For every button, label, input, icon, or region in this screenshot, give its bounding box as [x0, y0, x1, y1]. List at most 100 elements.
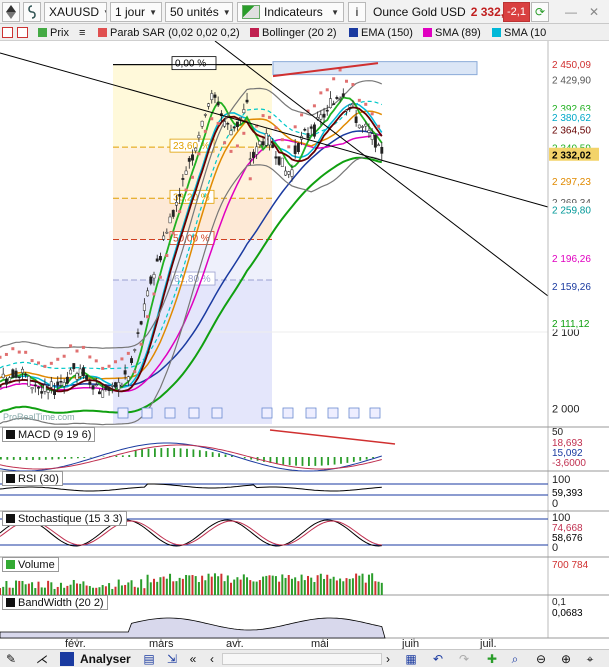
candle-body	[370, 133, 374, 140]
parab-sar-dot	[319, 91, 323, 95]
rewind-icon[interactable]: «	[185, 651, 201, 667]
add-indicator-icon[interactable]	[2, 25, 16, 40]
bandwidth-area	[0, 617, 386, 639]
event-marker-icon	[305, 407, 317, 419]
crosshair-icon[interactable]: ⌖	[582, 651, 598, 667]
legend-parab-sar[interactable]: Parab SAR (0,02 0,02 0,2)	[98, 25, 240, 40]
candle-body	[329, 98, 332, 108]
close-icon[interactable]: ✕	[585, 2, 603, 22]
candle-body	[91, 385, 95, 390]
candle-body	[197, 135, 201, 139]
volume-bar	[181, 578, 184, 595]
candle-body	[75, 373, 79, 380]
volume-bar	[18, 580, 21, 595]
zoom-minus-icon[interactable]: ⊖	[533, 651, 549, 667]
volume-bar	[191, 575, 194, 595]
parab-sar-dot	[332, 77, 336, 81]
volume-bar	[213, 573, 216, 595]
volume-bar	[367, 574, 370, 595]
legend-ema-150[interactable]: EMA (150)	[349, 25, 413, 40]
analyze-button[interactable]: Analyser	[60, 651, 138, 667]
volume-bar	[27, 583, 30, 595]
volume-bar	[82, 581, 85, 595]
candle-body	[139, 321, 143, 325]
bottom-toolbar: ✎ ⋌ Analyser ▤ ⇲ « ‹ › ▦ ↶ ↷ ✚ ⌕ ⊖ ⊕ ⌖	[0, 649, 609, 667]
macd-histogram-bar	[288, 457, 291, 466]
candle-body	[373, 135, 377, 148]
units-selector[interactable]: 50 unités ▼	[165, 2, 233, 22]
zoom-out-icon[interactable]: ⇲	[164, 651, 180, 667]
legend-bollinger[interactable]: Bollinger (20 2)	[250, 25, 337, 40]
indicators-button[interactable]: Indicateurs ▼	[237, 2, 344, 22]
rsi-label[interactable]: RSI (30)	[2, 471, 63, 486]
candle-body	[126, 376, 130, 381]
candle-body	[287, 171, 291, 175]
parab-sar-dot	[357, 98, 361, 102]
volume-bar	[287, 575, 290, 595]
price-chart[interactable]: 0,00 %23,60 %38,20 %50,00 %61,80 %ProRea…	[0, 41, 609, 649]
legend-sma-89[interactable]: SMA (89)	[423, 25, 481, 40]
candle-body	[261, 141, 265, 146]
scroll-left-icon[interactable]: ‹	[204, 651, 220, 667]
candle-body	[235, 121, 239, 128]
stochastic-label[interactable]: Stochastique (15 3 3)	[2, 511, 127, 526]
tools-menu-icon[interactable]	[2, 2, 20, 22]
volume-bar	[210, 576, 213, 595]
candle-body	[296, 143, 300, 152]
macd-label[interactable]: MACD (9 19 6)	[2, 427, 96, 442]
macd-histogram-bar	[333, 457, 336, 465]
y-tick-label: 50	[552, 427, 564, 438]
candle-body	[361, 126, 364, 128]
volume-bar	[175, 581, 178, 595]
candle-body	[130, 358, 133, 363]
symbol-selector[interactable]: XAUUSD ▼	[44, 2, 107, 22]
legend-label: EMA (150)	[361, 26, 413, 39]
horizontal-scrollbar[interactable]	[222, 653, 382, 665]
candle-body	[200, 120, 204, 127]
share-icon[interactable]: ⋌	[34, 651, 50, 667]
candle-body	[88, 381, 92, 385]
volume-bar	[114, 586, 117, 595]
volume-title: Volume	[18, 558, 55, 571]
macd-histogram-bar	[51, 457, 54, 460]
candle-body	[367, 130, 371, 133]
volume-bar	[149, 582, 152, 595]
chart-type-icon[interactable]: ▤	[141, 651, 157, 667]
candle-body	[184, 170, 188, 175]
volume-bar	[120, 585, 123, 595]
candle-body	[341, 93, 345, 97]
scroll-right-icon[interactable]: ›	[382, 651, 394, 667]
link-icon[interactable]	[23, 2, 41, 22]
draw-tool-icon[interactable]: ✚	[484, 651, 500, 667]
settings-lines-icon[interactable]: ≡	[79, 25, 85, 40]
refresh-icon[interactable]: ⟳	[531, 2, 549, 22]
candle-body	[255, 146, 259, 155]
redo-icon[interactable]: ↷	[456, 651, 472, 667]
minimize-icon[interactable]: —	[562, 2, 580, 22]
info-icon[interactable]: i	[348, 2, 366, 22]
remove-indicator-icon[interactable]	[17, 25, 31, 40]
volume-bar	[197, 582, 200, 595]
undo-icon[interactable]: ↶	[430, 651, 446, 667]
macd-histogram-bar	[19, 457, 22, 460]
macd-histogram-bar	[243, 457, 246, 459]
calendar-icon[interactable]: ▦	[403, 651, 419, 667]
period-selector[interactable]: 1 jour ▼	[110, 2, 162, 22]
macd-histogram-bar	[179, 448, 182, 457]
price-tag: 2 259,80	[552, 205, 591, 216]
candle-body	[11, 369, 15, 378]
pencil-icon[interactable]: ✎	[3, 651, 19, 667]
bandwidth-label[interactable]: BandWidth (20 2)	[2, 595, 108, 610]
volume-label[interactable]: Volume	[2, 557, 59, 572]
candle-body	[232, 126, 236, 129]
zoom-plus-icon[interactable]: ⊕	[558, 651, 574, 667]
legend-sma-10[interactable]: SMA (10	[492, 25, 546, 40]
zoom-rect-icon[interactable]: ⌕	[507, 651, 523, 667]
legend-swatch	[6, 560, 15, 569]
candle-body	[178, 194, 182, 197]
macd-histogram-bar	[359, 457, 362, 461]
parab-sar-dot	[139, 342, 143, 346]
legend-price[interactable]: Prix	[38, 25, 69, 40]
macd-histogram-bar	[365, 457, 368, 460]
volume-bar	[79, 583, 82, 595]
